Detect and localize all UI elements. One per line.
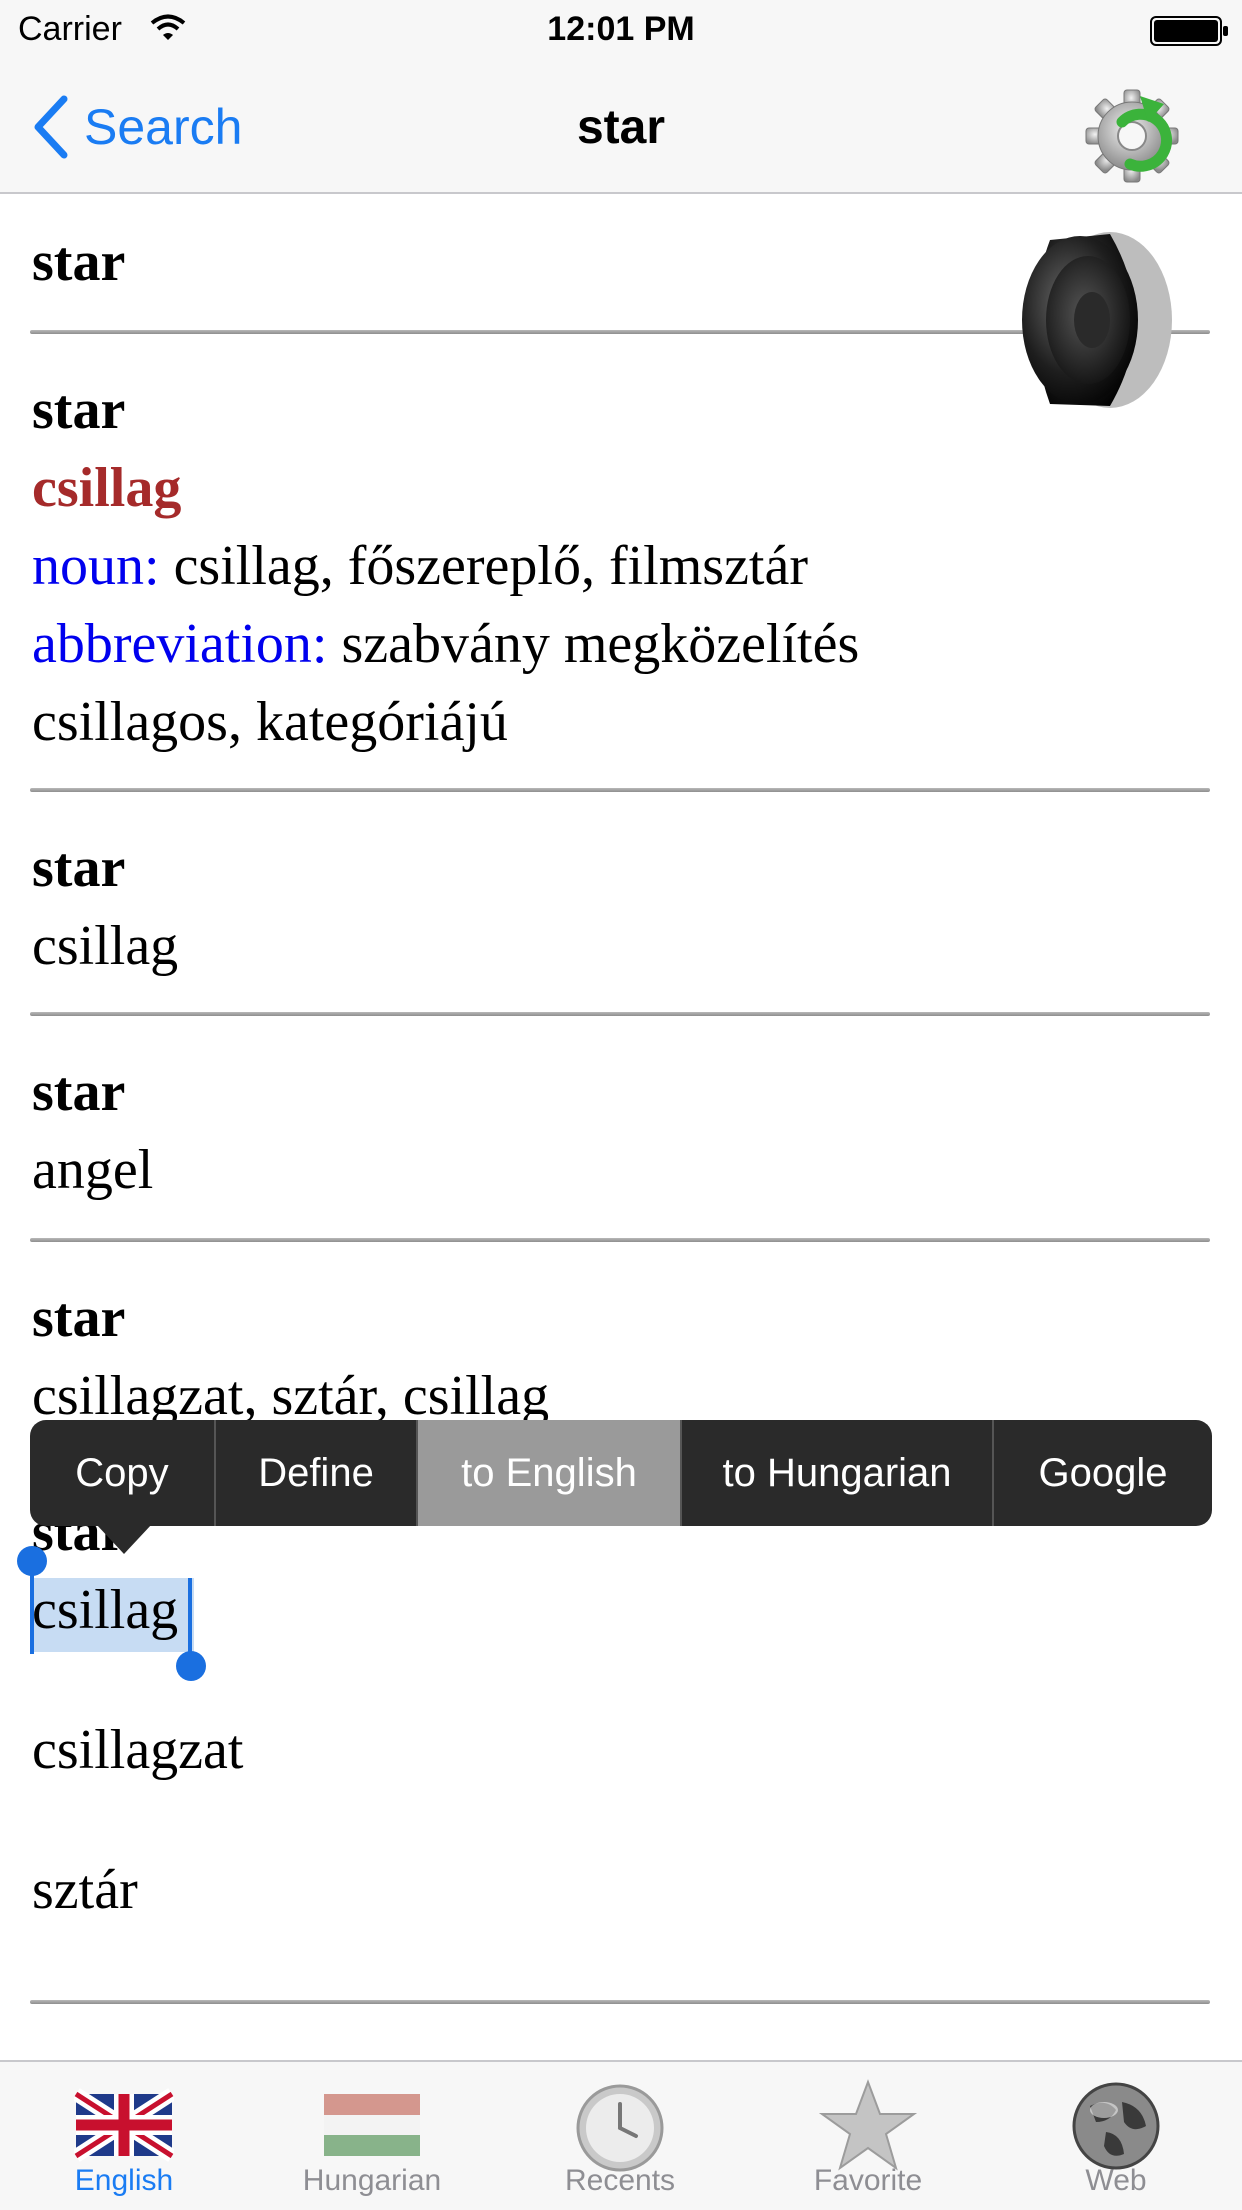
- entry-translation: csillagzat, sztár, csillag: [32, 1365, 550, 1427]
- menu-define[interactable]: Define: [216, 1420, 418, 1526]
- divider: [30, 1012, 1210, 1016]
- content-area: star star csillag noun: csillag, főszere…: [0, 192, 1242, 2060]
- hungary-flag-icon: [324, 2094, 420, 2156]
- tab-recents[interactable]: Recents: [496, 2060, 744, 2208]
- entry-extra: csillagos, kategóriájú: [32, 691, 508, 753]
- entry-headword: star: [32, 231, 126, 293]
- selection-start-handle[interactable]: [17, 1546, 47, 1576]
- entry-headword: star: [32, 379, 126, 441]
- selection-start-caret: [30, 1570, 34, 1654]
- entry-noun-line: noun: csillag, főszereplő, filmsztár: [32, 534, 808, 598]
- selection-end-handle[interactable]: [176, 1651, 206, 1681]
- gear-refresh-icon[interactable]: [1082, 82, 1186, 186]
- tab-label: Recents: [564, 2164, 676, 2197]
- chevron-left-icon: [34, 95, 68, 159]
- globe-icon: [1072, 2082, 1160, 2170]
- entry-translation: csillag: [32, 915, 179, 977]
- menu-to-hungarian[interactable]: to Hungarian: [682, 1420, 994, 1526]
- tab-label: Hungarian: [302, 2164, 442, 2197]
- tab-label: Web: [1085, 2164, 1147, 2197]
- divider: [30, 788, 1210, 792]
- tab-label: Favorite: [813, 2164, 923, 2197]
- back-button-label: Search: [84, 99, 243, 155]
- menu-to-english[interactable]: to English: [418, 1420, 682, 1526]
- entry-headword: star: [32, 1287, 126, 1349]
- entry-abbreviation-line: abbreviation: szabvány megközelítés: [32, 612, 859, 676]
- pos-text: csillag, főszereplő, filmsztár: [159, 535, 808, 597]
- tab-favorite[interactable]: Favorite: [744, 2060, 992, 2208]
- entry-translation: angel: [32, 1139, 154, 1201]
- entry-headword: star: [32, 837, 126, 899]
- pos-label: noun:: [32, 535, 160, 597]
- navigation-bar: star Search: [0, 62, 1242, 194]
- divider: [30, 1238, 1210, 1242]
- entry-extra: csillagzat: [32, 1719, 244, 1781]
- tab-label: English: [74, 2164, 174, 2197]
- speaker-icon[interactable]: [1010, 220, 1180, 420]
- edit-menu-pointer: [96, 1524, 152, 1554]
- tab-english[interactable]: English: [0, 2060, 248, 2208]
- selection-end-caret: [188, 1578, 192, 1658]
- menu-google[interactable]: Google: [994, 1420, 1212, 1526]
- status-bar: Carrier 12:01 PM: [0, 0, 1242, 62]
- pos-label: abbreviation:: [32, 613, 328, 675]
- tab-hungarian[interactable]: Hungarian: [248, 2060, 496, 2208]
- divider: [30, 2000, 1210, 2004]
- star-icon: [818, 2079, 918, 2171]
- menu-copy[interactable]: Copy: [30, 1420, 216, 1526]
- edit-menu: Copy Define to English to Hungarian Goog…: [30, 1420, 1212, 1526]
- back-button[interactable]: Search: [30, 92, 242, 162]
- uk-flag-icon: [74, 2088, 174, 2162]
- entry-extra: sztár: [32, 1859, 138, 1921]
- clock-time: 12:01 PM: [547, 10, 695, 48]
- pos-text: szabvány megközelítés: [327, 613, 860, 675]
- tab-web[interactable]: Web: [992, 2060, 1240, 2208]
- battery-icon: [1150, 16, 1228, 46]
- selected-translation[interactable]: csillag: [32, 1578, 178, 1642]
- entry-translation: csillag: [32, 457, 182, 519]
- entry-headword: star: [32, 1061, 126, 1123]
- clock-icon: [576, 2084, 664, 2172]
